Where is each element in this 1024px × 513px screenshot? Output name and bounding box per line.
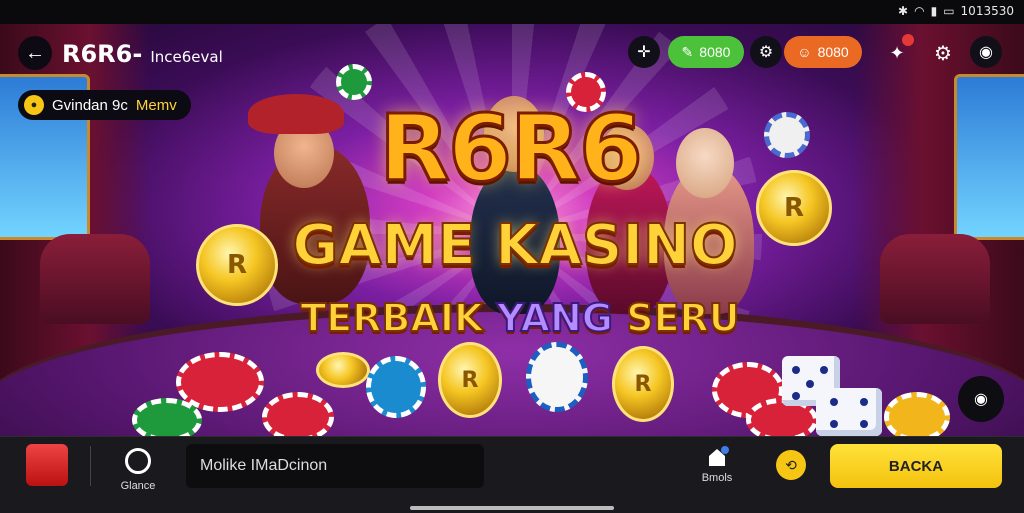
- menu-pill-highlight: Memv: [135, 96, 177, 114]
- dice: [816, 388, 882, 436]
- primary-cta-button[interactable]: BACKA: [830, 444, 1002, 488]
- back-button[interactable]: ←: [18, 36, 52, 70]
- headline-word-seru: SERU: [625, 295, 740, 341]
- battery-icon: ▭: [943, 4, 955, 18]
- brand-logo: R6R6: [378, 93, 645, 203]
- notifications-button[interactable]: ✦: [882, 34, 914, 68]
- signal-icon: ▮: [930, 4, 938, 18]
- balance-pill-orange[interactable]: ☺ 8080: [784, 36, 862, 68]
- wifi-icon: ◠: [914, 4, 925, 18]
- search-field[interactable]: Molike IMaDcinon: [186, 444, 484, 488]
- headline-word-terbaik: TERBAIK: [299, 295, 484, 341]
- arrow-left-icon: ←: [25, 41, 45, 64]
- status-bar: ✱ ◠ ▮ ▭ 1013530: [0, 0, 1024, 24]
- basket-label: Bmols: [701, 472, 733, 484]
- app-name: R6R6-: [62, 40, 143, 68]
- poker-chip-green: [132, 398, 202, 436]
- headline-line1: GAME KASINO: [291, 213, 738, 278]
- glance-button[interactable]: Glance: [118, 448, 158, 492]
- poker-chip-blue: [366, 356, 426, 418]
- record-icon: ◉: [974, 391, 988, 408]
- avatar-icon: ☺: [797, 44, 812, 60]
- home-indicator: [410, 506, 614, 510]
- refresh-icon: ⟲: [785, 456, 797, 473]
- user-circle-icon: ◉: [979, 44, 993, 61]
- gold-coin: R: [196, 224, 278, 306]
- headline-word-yang: YANG: [496, 295, 614, 341]
- profile-button[interactable]: ◉: [970, 36, 1002, 68]
- poker-chip-white: [764, 112, 810, 158]
- app-subtitle: Ince6eval: [150, 48, 223, 66]
- chair-left: [40, 234, 150, 324]
- balance-value-orange: 8080: [817, 44, 849, 60]
- game-menu-button[interactable]: ✛: [628, 36, 660, 68]
- balance-value-green: 8080: [699, 44, 731, 60]
- floating-action-button[interactable]: ◉: [958, 376, 1004, 422]
- coin-icon: ●: [24, 95, 44, 115]
- bluetooth-icon: ✱: [898, 4, 909, 18]
- basket-icon: [705, 446, 729, 468]
- ticket-icon: ✎: [681, 43, 694, 60]
- poker-chip-red: [262, 392, 334, 436]
- character-queen-head: [676, 128, 734, 198]
- menu-pill-label: Gvindan 9c: [52, 96, 128, 114]
- status-time: 1013530: [960, 4, 1014, 18]
- app-title: R6R6- Ince6eval: [62, 40, 223, 68]
- ring-icon: [125, 448, 151, 474]
- game-thumbnail[interactable]: [26, 444, 68, 486]
- basket-button[interactable]: Bmols: [694, 446, 740, 484]
- bell-icon: ✦: [889, 42, 905, 63]
- gear-icon: ⚙: [934, 42, 952, 65]
- gold-coin: R: [612, 346, 674, 422]
- refresh-button[interactable]: ⟲: [776, 450, 806, 480]
- gold-coin: R: [438, 342, 502, 418]
- chair-right: [880, 234, 990, 324]
- poker-chip-red: [566, 72, 606, 112]
- settings-small-button[interactable]: ⚙: [750, 36, 782, 68]
- glance-label: Glance: [120, 480, 156, 492]
- settings-button[interactable]: ⚙: [928, 38, 958, 68]
- slot-machine-right: [954, 74, 1024, 240]
- poker-chip-gold: [884, 392, 950, 436]
- balance-pill-green[interactable]: ✎ 8080: [668, 36, 744, 68]
- grid-icon: ✛: [637, 44, 651, 61]
- gold-coin: R: [756, 170, 832, 246]
- cowboy-hat: [248, 94, 344, 134]
- poker-chip-white: [526, 342, 588, 412]
- gear-icon: ⚙: [758, 44, 774, 61]
- notification-badge: [902, 34, 914, 46]
- headline-line2: TERBAIK YANG SERU: [299, 295, 740, 341]
- poker-chip-green: [336, 64, 372, 100]
- banner-scene: R6R6 GAME KASINO TERBAIK YANG SERU R R R…: [0, 24, 1024, 436]
- divider: [90, 446, 91, 486]
- gold-coin: [316, 352, 370, 388]
- menu-pill[interactable]: ● Gvindan 9c Memv: [18, 90, 191, 120]
